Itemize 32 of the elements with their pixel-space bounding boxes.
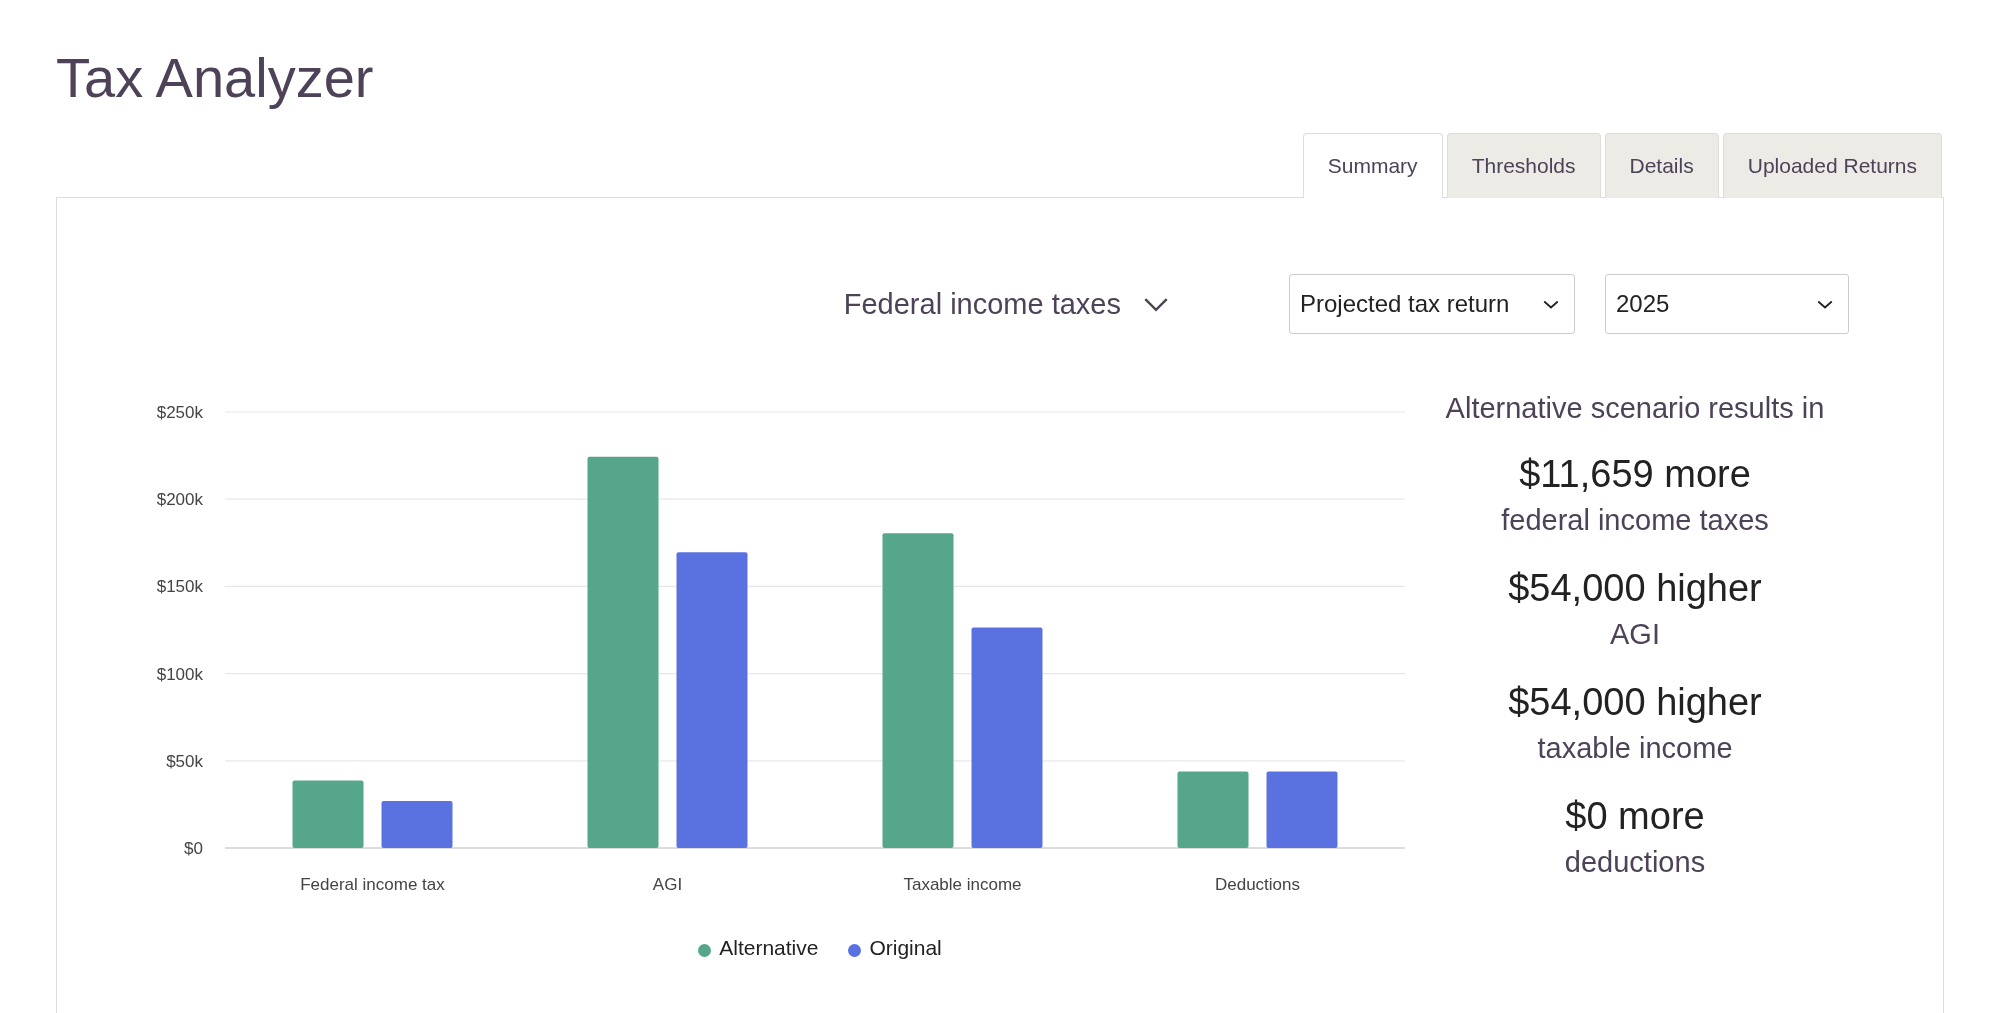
summary-label: federal income taxes [1500,504,1770,537]
category-label: AGI [652,875,683,892]
tax-type-dropdown[interactable]: Federal income taxes [837,286,1175,322]
summary-value: $54,000 higher [1507,681,1763,724]
axis-tick-label: $150k [156,577,203,597]
axis-tick-label: $200k [156,490,203,510]
chevron-down-icon [1542,298,1560,310]
summary-label: taxable income [1536,732,1734,765]
summary-value: $11,659 more [1518,453,1752,496]
tab[interactable]: Thresholds [1446,133,1601,198]
summary-value: $54,000 higher [1507,567,1763,610]
category-label: Taxable income [903,875,1022,892]
summary-label: deductions [1563,846,1707,879]
axis-tick-label: $100k [156,664,203,684]
tab[interactable]: Summary [1302,133,1443,198]
category-label: Federal income tax [300,875,445,892]
tab[interactable]: Details [1604,133,1719,198]
category-label: Deductions [1214,875,1301,892]
chevron-down-icon [1143,296,1169,312]
summary-value: $0 more [1564,795,1706,838]
legend-label: Original [869,936,942,960]
legend-label: Alternative [719,936,819,960]
return-type-select[interactable]: Projected tax return [1289,274,1575,334]
year-select[interactable]: 2025 [1605,274,1849,334]
tab[interactable]: Uploaded Returns [1722,133,1942,198]
axis-tick-label: $0 [184,839,203,858]
axis-tick-label: $250k [156,403,203,422]
summary-label: AGI [1609,618,1661,651]
app-title: Tax Analyzer [56,45,375,111]
summary-heading: Alternative scenario results in [1444,392,1826,425]
axis-tick-label: $50k [166,751,203,771]
chevron-down-icon [1816,298,1834,310]
